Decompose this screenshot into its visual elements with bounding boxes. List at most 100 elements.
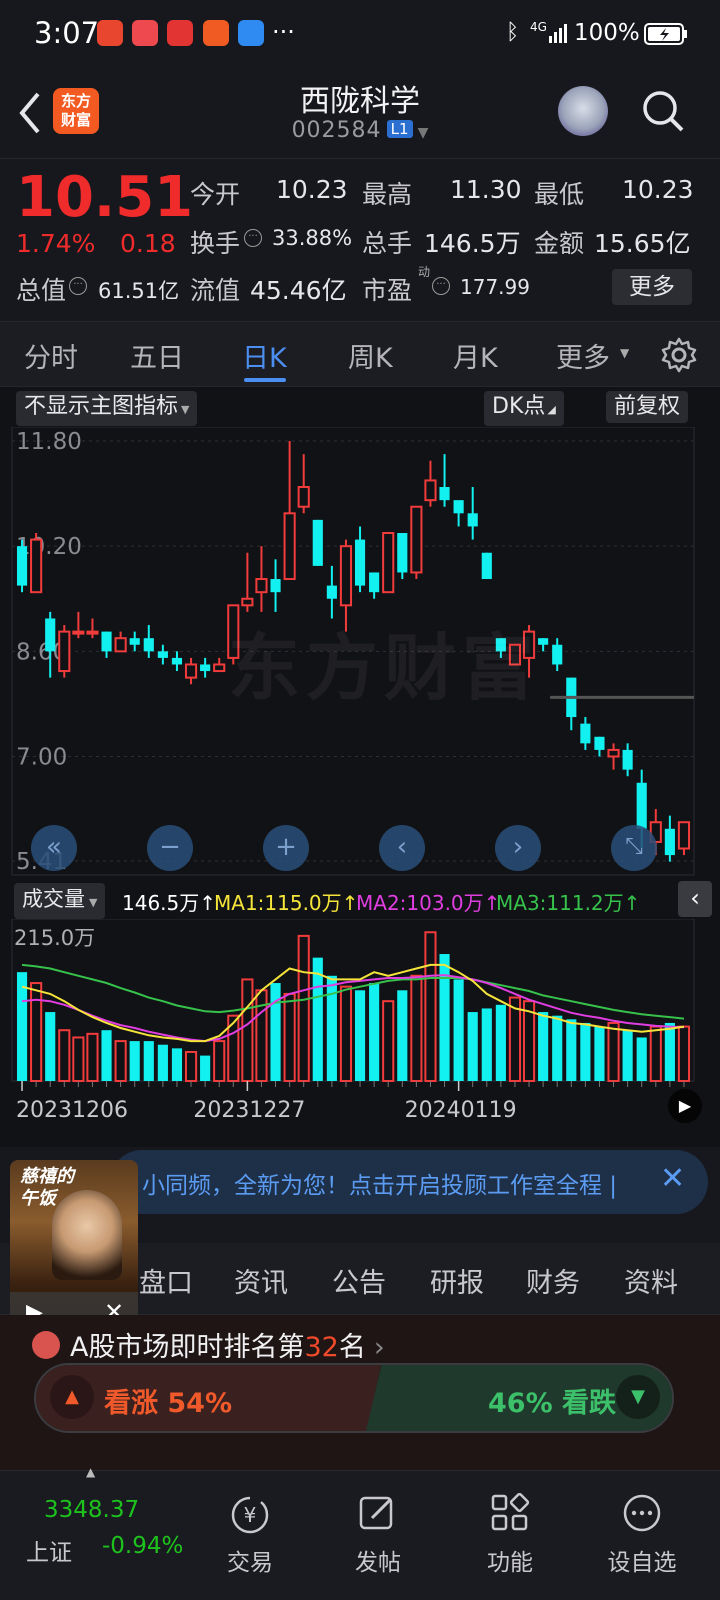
volume-bar	[114, 1040, 127, 1083]
volume-bar	[649, 1025, 662, 1083]
gear-icon[interactable]	[660, 336, 698, 374]
scroll-left-button[interactable]: ‹	[379, 825, 425, 871]
candle-body	[453, 500, 464, 514]
candle-body	[664, 828, 675, 856]
volume-bar	[354, 990, 366, 1081]
dk-point-toggle[interactable]: DK点 ◢	[484, 391, 564, 426]
promo-text[interactable]: 小同频，全新为您！点击开启投顾工作室全程 |	[142, 1166, 617, 1200]
candle-body	[339, 545, 353, 607]
index-widget[interactable]: ▲ 3348.37 上证 -0.94%	[20, 1465, 190, 1591]
candle-body	[200, 664, 211, 672]
grid-icon	[491, 1493, 530, 1531]
watermark: 东方财富	[228, 626, 541, 710]
candle-body	[213, 663, 226, 673]
info-icon[interactable]: ···	[69, 277, 87, 295]
tab-five-day[interactable]: 五日	[130, 336, 184, 375]
volume-indicator-select[interactable]: 成交量 ▼	[14, 883, 106, 919]
tab-news[interactable]: 资讯	[234, 1261, 288, 1300]
scroll-right-button[interactable]: ›	[495, 825, 541, 871]
chevron-down-icon[interactable]: ▼	[418, 125, 429, 141]
x-tick-label: 20231206	[16, 1098, 128, 1123]
total-value-label: 总值	[16, 276, 67, 305]
bearish-label: 46% 看跌	[488, 1388, 617, 1419]
bullish-button[interactable]: ▲	[50, 1375, 94, 1419]
zoom-out-button[interactable]: −	[147, 825, 193, 871]
float-label: 流值	[190, 276, 241, 305]
signal-icon	[549, 24, 567, 43]
rank-sentiment-section: A股市场即时排名第32名 › ▲ 看涨 54% 46% 看跌 ▼	[0, 1315, 720, 1470]
market-rank[interactable]: A股市场即时排名第32名 ›	[70, 1325, 385, 1364]
open-value: 10.23	[276, 175, 348, 204]
kline-chart-area: 不显示主图指标▼ DK点◢ 前复权 11.8010.208.607.005.41…	[0, 387, 720, 1147]
volume-bar	[607, 1021, 620, 1083]
volume-bar	[241, 978, 254, 1083]
tab-profile[interactable]: 资料	[624, 1261, 678, 1300]
candle-body	[184, 663, 198, 679]
pe-label: 市盈	[362, 276, 413, 305]
rank-icon	[32, 1331, 60, 1359]
more-button[interactable]: 更多	[612, 269, 692, 305]
candle-body	[424, 479, 437, 502]
tab-research[interactable]: 研报	[430, 1261, 484, 1300]
robot-assistant-icon[interactable]	[558, 86, 608, 136]
level-badge: L1	[386, 120, 413, 138]
candle-body	[86, 630, 99, 635]
low-value: 10.23	[622, 175, 694, 204]
volume-bar	[566, 1019, 577, 1081]
page-title: 西陇科学	[300, 84, 420, 119]
ma3-line	[21, 963, 685, 1020]
volume-bar	[171, 1048, 183, 1081]
volume-value: 146.5万↑	[122, 891, 217, 915]
news-app-icon	[167, 20, 193, 46]
tab-more[interactable]: 更多	[556, 336, 610, 375]
pe-value: 177.99	[460, 275, 530, 299]
tab-daily-k[interactable]: 日K	[242, 336, 287, 375]
low-label: 最低	[534, 180, 585, 209]
active-tab-indicator	[244, 378, 286, 382]
yuan-trade-icon: ¥	[231, 1496, 269, 1534]
tab-financials[interactable]: 财务	[526, 1261, 580, 1300]
tab-intraday[interactable]: 分时	[24, 336, 78, 375]
candle-body	[297, 486, 310, 508]
tab-order-book[interactable]: 盘口	[139, 1261, 193, 1300]
travel-app-icon	[203, 20, 229, 46]
bearish-button[interactable]: ▼	[616, 1375, 660, 1419]
volume-bar	[538, 1012, 549, 1081]
close-icon[interactable]: ✕	[660, 1161, 685, 1196]
zoom-in-button[interactable]: +	[263, 825, 309, 871]
tab-weekly-k[interactable]: 周K	[348, 336, 393, 375]
scroll-far-left-button[interactable]: «	[31, 825, 77, 871]
candle-body	[114, 637, 127, 653]
shopping-app-icon	[132, 20, 158, 46]
search-icon[interactable]	[640, 88, 686, 134]
float-value: 45.46亿	[250, 276, 347, 305]
candle-body	[58, 630, 71, 673]
fullscreen-button[interactable]: ⤡	[611, 825, 657, 871]
volume-bar	[424, 931, 437, 1082]
volume-bar	[636, 1037, 647, 1081]
volume-bar	[369, 983, 380, 1081]
collapse-panel-button[interactable]: ‹	[678, 881, 712, 917]
volume-bar	[622, 1030, 633, 1081]
candle-body	[326, 585, 337, 599]
candle-body	[129, 638, 140, 645]
volume-chart[interactable]: 215.0万 20231206 20231227 20240119	[0, 919, 720, 1149]
floating-video-player[interactable]: 慈禧的午饭 ▶ ✕	[10, 1160, 138, 1336]
play-button[interactable]: ▶	[668, 1089, 702, 1123]
stock-code: 002584	[291, 118, 382, 143]
volume-value: 146.5万	[424, 229, 521, 258]
pe-superscript: 动	[418, 265, 431, 279]
tab-monthly-k[interactable]: 月K	[453, 336, 498, 375]
info-icon[interactable]: ···	[432, 277, 450, 295]
adjust-select[interactable]: 前复权	[606, 391, 689, 423]
volume-bar	[86, 1032, 99, 1083]
candle-body	[72, 630, 85, 635]
chevron-right-icon: ›	[373, 1332, 385, 1363]
info-icon[interactable]: ···	[244, 229, 262, 247]
candle-body	[580, 723, 591, 744]
stock-header: 东方 财富 西陇科学 002584 L1 ▼	[0, 70, 720, 158]
tab-announcements[interactable]: 公告	[332, 1261, 386, 1300]
indicator-select[interactable]: 不显示主图指标 ▼	[16, 391, 198, 426]
chevron-down-icon: ▼	[620, 346, 630, 360]
turnover-value: 33.88%	[272, 226, 353, 250]
